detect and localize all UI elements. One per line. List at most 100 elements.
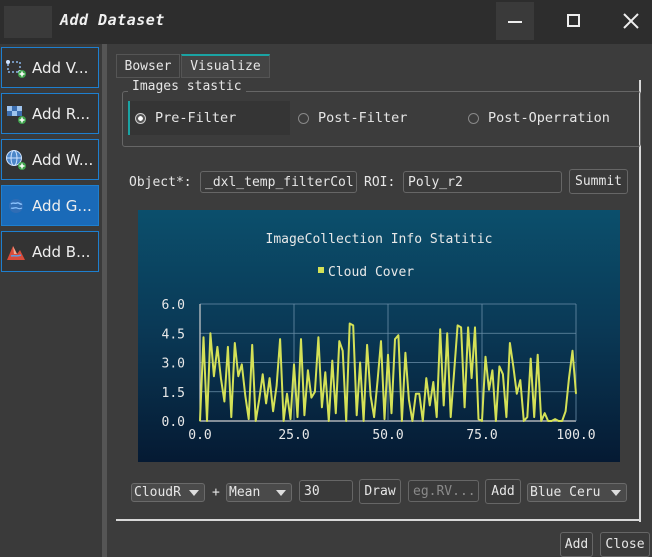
data-point bbox=[537, 354, 539, 356]
sidebar-item-add-vector[interactable]: Add V... bbox=[1, 47, 99, 88]
data-point bbox=[432, 381, 434, 383]
data-point bbox=[282, 420, 285, 422]
data-point bbox=[547, 420, 549, 422]
data-point bbox=[439, 328, 441, 330]
data-point bbox=[408, 398, 410, 401]
y-tick-label: 0.0 bbox=[162, 415, 185, 430]
data-point bbox=[551, 420, 553, 422]
radio-unchecked-icon bbox=[468, 112, 479, 124]
data-point bbox=[258, 398, 260, 401]
close-button[interactable] bbox=[612, 2, 650, 40]
data-point bbox=[512, 365, 514, 367]
data-point bbox=[530, 358, 532, 360]
data-point bbox=[293, 363, 295, 366]
data-point bbox=[202, 336, 205, 338]
data-point bbox=[557, 420, 560, 422]
data-point bbox=[356, 414, 358, 416]
reducer-combo[interactable]: Mean bbox=[226, 483, 292, 502]
tab-visualize[interactable]: Visualize bbox=[181, 54, 270, 78]
window-title: Add Dataset bbox=[60, 11, 165, 29]
data-point bbox=[237, 375, 239, 377]
sidebar-splitter[interactable] bbox=[102, 44, 107, 557]
data-point bbox=[230, 416, 232, 418]
data-point bbox=[544, 412, 546, 414]
data-point bbox=[241, 363, 243, 366]
band-combo[interactable]: CloudR bbox=[131, 483, 205, 502]
data-point bbox=[564, 410, 567, 412]
data-point bbox=[415, 393, 417, 395]
data-point bbox=[519, 379, 521, 381]
data-point bbox=[363, 420, 365, 422]
vector-layer-icon bbox=[6, 59, 26, 78]
post-operration-radio[interactable]: Post-Operration bbox=[468, 110, 610, 126]
data-point bbox=[470, 377, 473, 379]
data-point bbox=[317, 336, 319, 338]
data-point bbox=[314, 391, 316, 393]
data-point bbox=[450, 416, 452, 418]
roi-field[interactable]: Poly_r2 bbox=[403, 171, 562, 193]
data-point bbox=[244, 395, 246, 397]
data-point bbox=[272, 410, 274, 412]
sidebar-item-add-web[interactable]: Add W... bbox=[1, 139, 99, 180]
data-point bbox=[321, 406, 323, 408]
data-point bbox=[373, 416, 375, 418]
sidebar-item-label: Add W... bbox=[32, 150, 94, 169]
radio-label: Post-Filter bbox=[318, 110, 408, 126]
data-point bbox=[418, 393, 420, 395]
chart-title: ImageCollection Info Statitic bbox=[266, 232, 493, 247]
data-point bbox=[300, 338, 302, 340]
data-point bbox=[429, 404, 431, 406]
data-point bbox=[474, 326, 476, 328]
app-icon bbox=[4, 6, 52, 38]
add-expression-button[interactable]: Add bbox=[485, 479, 521, 504]
sidebar-item-add-raster[interactable]: Add R... bbox=[1, 93, 99, 134]
data-point bbox=[331, 359, 333, 362]
data-point bbox=[335, 412, 337, 414]
count-input[interactable]: 30 bbox=[299, 480, 353, 502]
data-point bbox=[477, 418, 480, 420]
data-point bbox=[505, 416, 507, 418]
data-point bbox=[255, 420, 257, 422]
add-button[interactable]: Add bbox=[560, 532, 593, 557]
post-filter-radio[interactable]: Post-Filter bbox=[298, 110, 407, 126]
group-title: Images stastic bbox=[128, 79, 246, 94]
maximize-button[interactable] bbox=[555, 2, 593, 40]
data-point bbox=[488, 389, 490, 391]
minimize-button[interactable] bbox=[496, 2, 534, 40]
close-icon bbox=[623, 13, 639, 29]
pre-filter-radio[interactable]: Pre-Filter bbox=[135, 110, 236, 126]
data-point bbox=[352, 324, 354, 327]
close-dialog-button[interactable]: Close bbox=[600, 532, 650, 557]
roi-label: ROI: bbox=[364, 175, 396, 190]
earth-engine-globe-icon bbox=[9, 198, 23, 213]
data-point bbox=[216, 346, 219, 348]
radio-checked-icon bbox=[135, 112, 146, 124]
data-point bbox=[526, 416, 528, 418]
data-point bbox=[342, 350, 344, 352]
minimize-icon bbox=[508, 21, 522, 23]
data-point bbox=[404, 352, 407, 354]
tab-bowser[interactable]: Bowser bbox=[116, 54, 180, 78]
palette-combo[interactable]: Blue Ceru bbox=[527, 483, 627, 502]
data-point bbox=[380, 340, 382, 342]
data-point bbox=[457, 324, 459, 327]
legend-label: Cloud Cover bbox=[328, 265, 414, 280]
chevron-down-icon bbox=[611, 490, 621, 496]
data-point bbox=[460, 326, 462, 328]
data-point bbox=[227, 346, 229, 348]
maximize-icon bbox=[567, 14, 580, 27]
expression-input[interactable]: eg.RV... bbox=[408, 480, 479, 502]
data-point bbox=[498, 365, 501, 367]
object-field[interactable]: _dxl_temp_filterCol bbox=[200, 171, 357, 193]
data-point bbox=[561, 420, 563, 422]
data-point bbox=[411, 420, 413, 422]
data-point bbox=[307, 369, 309, 371]
data-point bbox=[446, 332, 448, 334]
sidebar-item-add-gee[interactable]: Add G... bbox=[1, 185, 99, 226]
summit-button[interactable]: Summit bbox=[569, 169, 628, 194]
data-point bbox=[533, 416, 535, 418]
draw-button[interactable]: Draw bbox=[359, 479, 401, 504]
data-point bbox=[502, 373, 504, 375]
sidebar-item-add-basemap[interactable]: Add B... bbox=[1, 231, 99, 272]
data-point bbox=[436, 416, 438, 418]
